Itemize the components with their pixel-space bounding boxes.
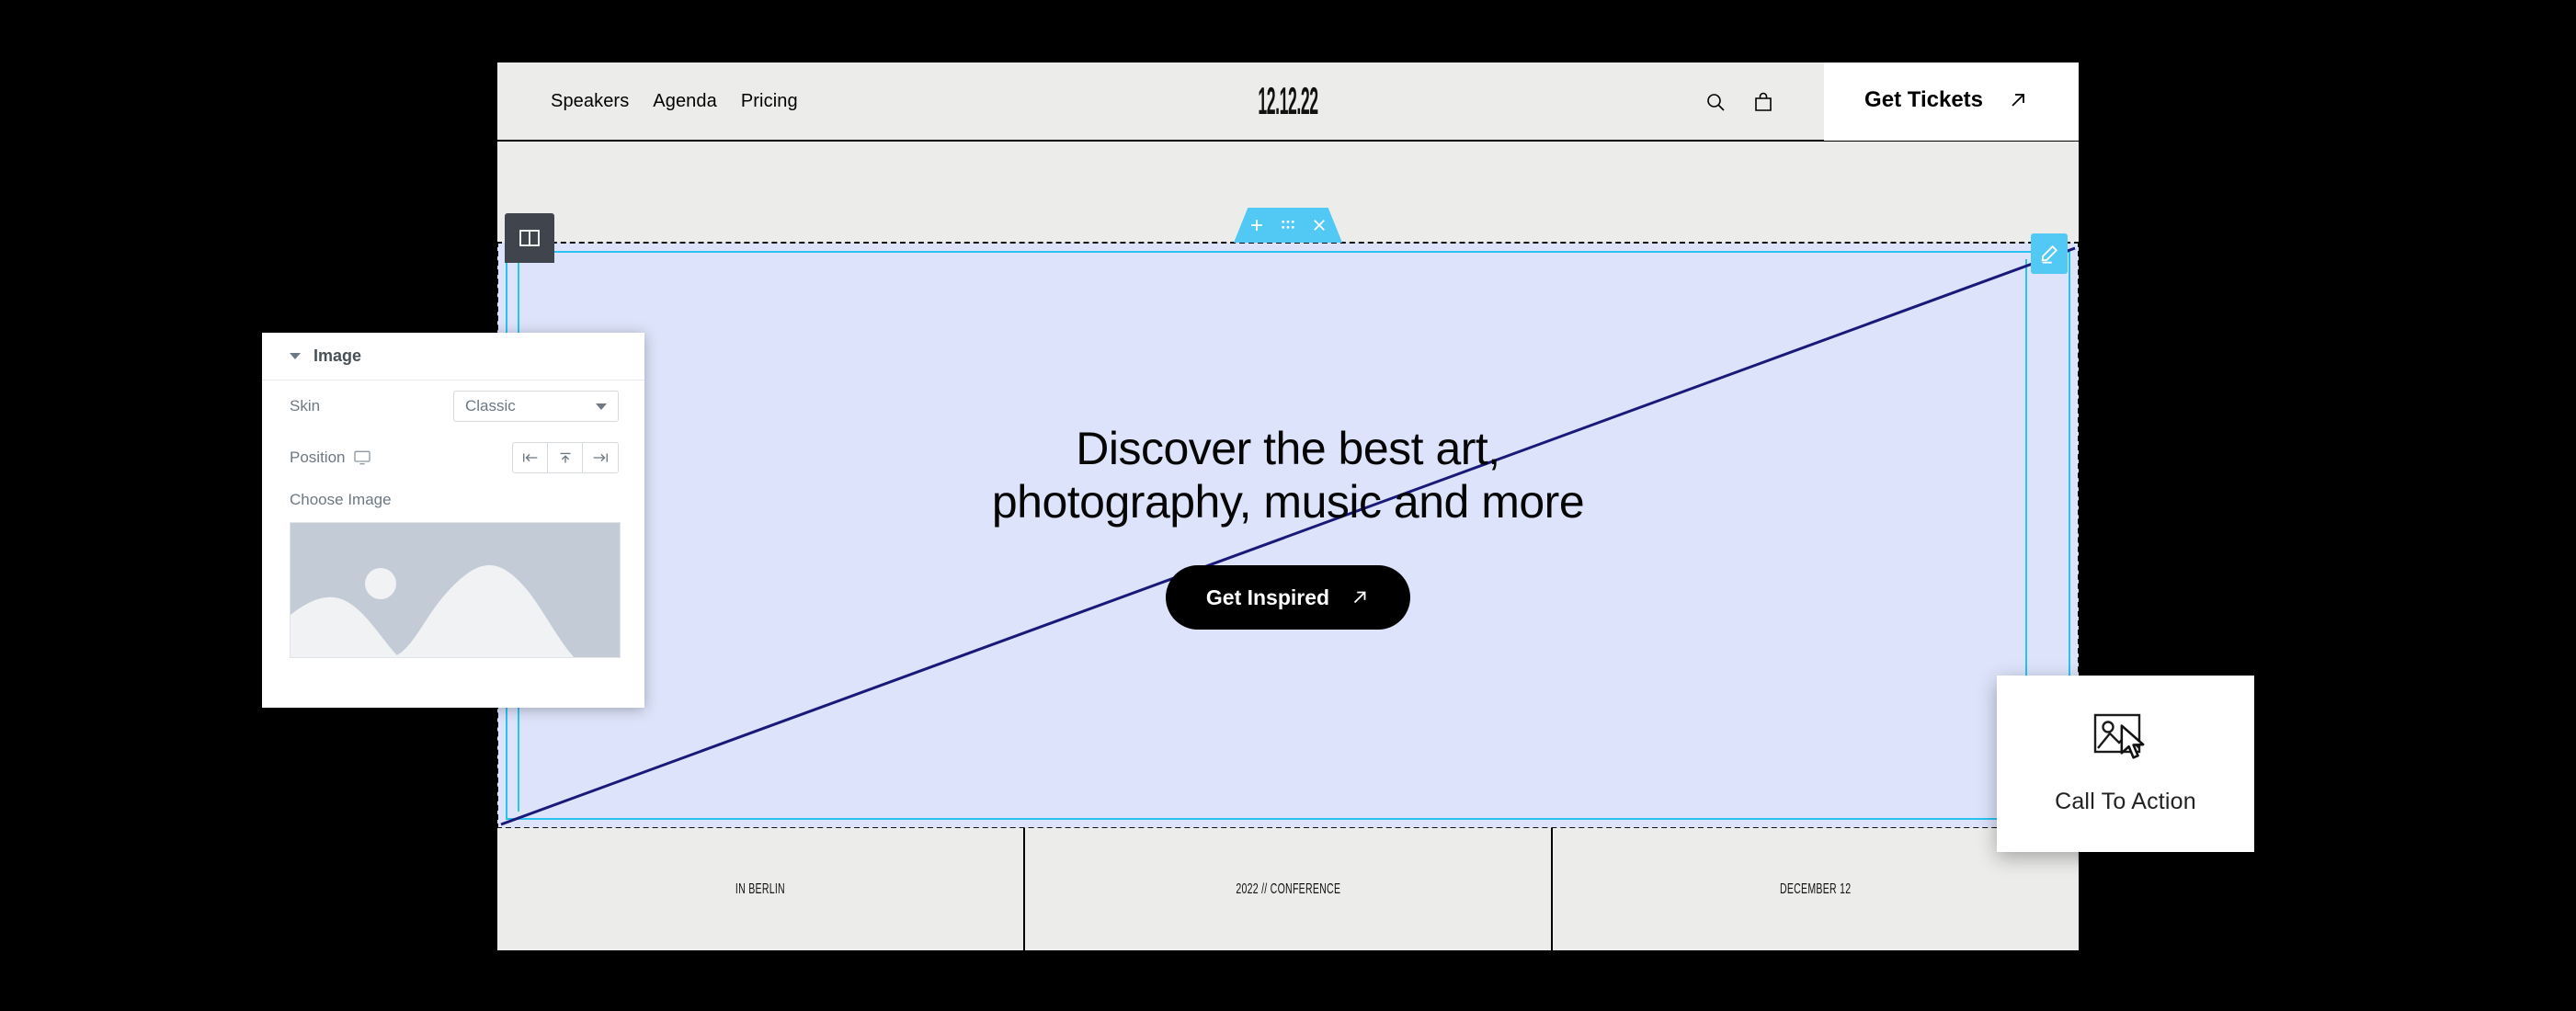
nav-links: Speakers Agenda Pricing [551, 91, 798, 112]
choose-image-label: Choose Image [290, 491, 392, 508]
hero-section[interactable]: Discover the best art, photography, musi… [497, 242, 2079, 829]
hero-content: Discover the best art, photography, musi… [497, 243, 2079, 828]
align-left-button[interactable] [513, 443, 548, 472]
get-tickets-label: Get Tickets [1864, 87, 1983, 112]
info-cell-event: 2022 // CONFERENCE [1025, 828, 1553, 950]
skin-value: Classic [465, 397, 516, 415]
site-logo[interactable]: 12.12.22 [1258, 79, 1318, 123]
get-inspired-button[interactable]: Get Inspired [1165, 565, 1411, 630]
nav-link-pricing[interactable]: Pricing [741, 91, 798, 112]
panel-title: Image [313, 346, 362, 365]
arrow-up-right-icon [2012, 94, 2024, 107]
site-navbar: Speakers Agenda Pricing 12.12.22 Get Tic… [497, 62, 2079, 142]
align-right-icon [593, 453, 608, 462]
position-label: Position [290, 449, 346, 466]
nav-icon-group [1704, 91, 1824, 113]
choose-image-block: Choose Image [262, 483, 644, 658]
image-placeholder-graphic [291, 523, 620, 657]
get-inspired-label: Get Inspired [1205, 585, 1330, 609]
nav-link-speakers[interactable]: Speakers [551, 91, 629, 112]
skin-select[interactable]: Classic [453, 391, 619, 422]
info-bar: IN BERLIN 2022 // CONFERENCE DECEMBER 12 [497, 828, 2079, 950]
nav-right-group: Get Tickets [1704, 62, 2079, 142]
screen-root: Speakers Agenda Pricing 12.12.22 Get Tic… [0, 0, 2576, 1011]
arrow-up-right-icon [1353, 591, 1366, 604]
edit-widget-handle[interactable] [2031, 233, 2068, 274]
align-top-button[interactable] [548, 443, 583, 472]
shopping-bag-icon[interactable] [1752, 91, 1774, 113]
align-right-button[interactable] [583, 443, 618, 472]
widget-icon-wrap [2093, 713, 2158, 765]
close-icon[interactable] [1311, 217, 1328, 233]
image-widget-panel: Image Skin Classic Position Choose Image [262, 333, 644, 708]
position-row: Position [262, 432, 644, 483]
website-canvas: Speakers Agenda Pricing 12.12.22 Get Tic… [497, 62, 2079, 950]
align-left-icon [522, 453, 537, 462]
hero-headline: Discover the best art, photography, musi… [991, 423, 1585, 528]
desktop-icon[interactable] [354, 450, 371, 465]
drag-widget-card[interactable]: Call To Action [1997, 676, 2254, 852]
info-cell-location: IN BERLIN [497, 828, 1025, 950]
hero-section-wrapper: Discover the best art, photography, musi… [497, 208, 2079, 829]
section-toolbar [1234, 208, 1342, 243]
position-align-group [512, 442, 619, 473]
pencil-icon [2041, 244, 2058, 264]
position-label-group: Position [290, 449, 371, 467]
info-date-text: DECEMBER 12 [1780, 880, 1852, 897]
info-location-text: IN BERLIN [735, 880, 786, 897]
panel-header[interactable]: Image [262, 333, 644, 381]
columns-icon [519, 230, 540, 246]
mouse-pointer-icon [2120, 723, 2145, 759]
skin-row: Skin Classic [262, 381, 644, 432]
align-top-icon [560, 452, 570, 463]
drag-dots-icon[interactable] [1280, 217, 1296, 233]
get-tickets-button[interactable]: Get Tickets [1824, 62, 2079, 141]
image-preview[interactable] [290, 522, 621, 658]
caret-down-icon[interactable] [290, 353, 301, 359]
nav-link-agenda[interactable]: Agenda [653, 91, 717, 112]
widget-label: Call To Action [2055, 788, 2196, 814]
plus-icon[interactable] [1248, 217, 1265, 233]
skin-label: Skin [290, 397, 321, 415]
chevron-down-icon [596, 403, 607, 410]
search-icon[interactable] [1704, 91, 1727, 113]
column-handle[interactable] [505, 213, 554, 263]
info-event-text: 2022 // CONFERENCE [1236, 880, 1340, 897]
